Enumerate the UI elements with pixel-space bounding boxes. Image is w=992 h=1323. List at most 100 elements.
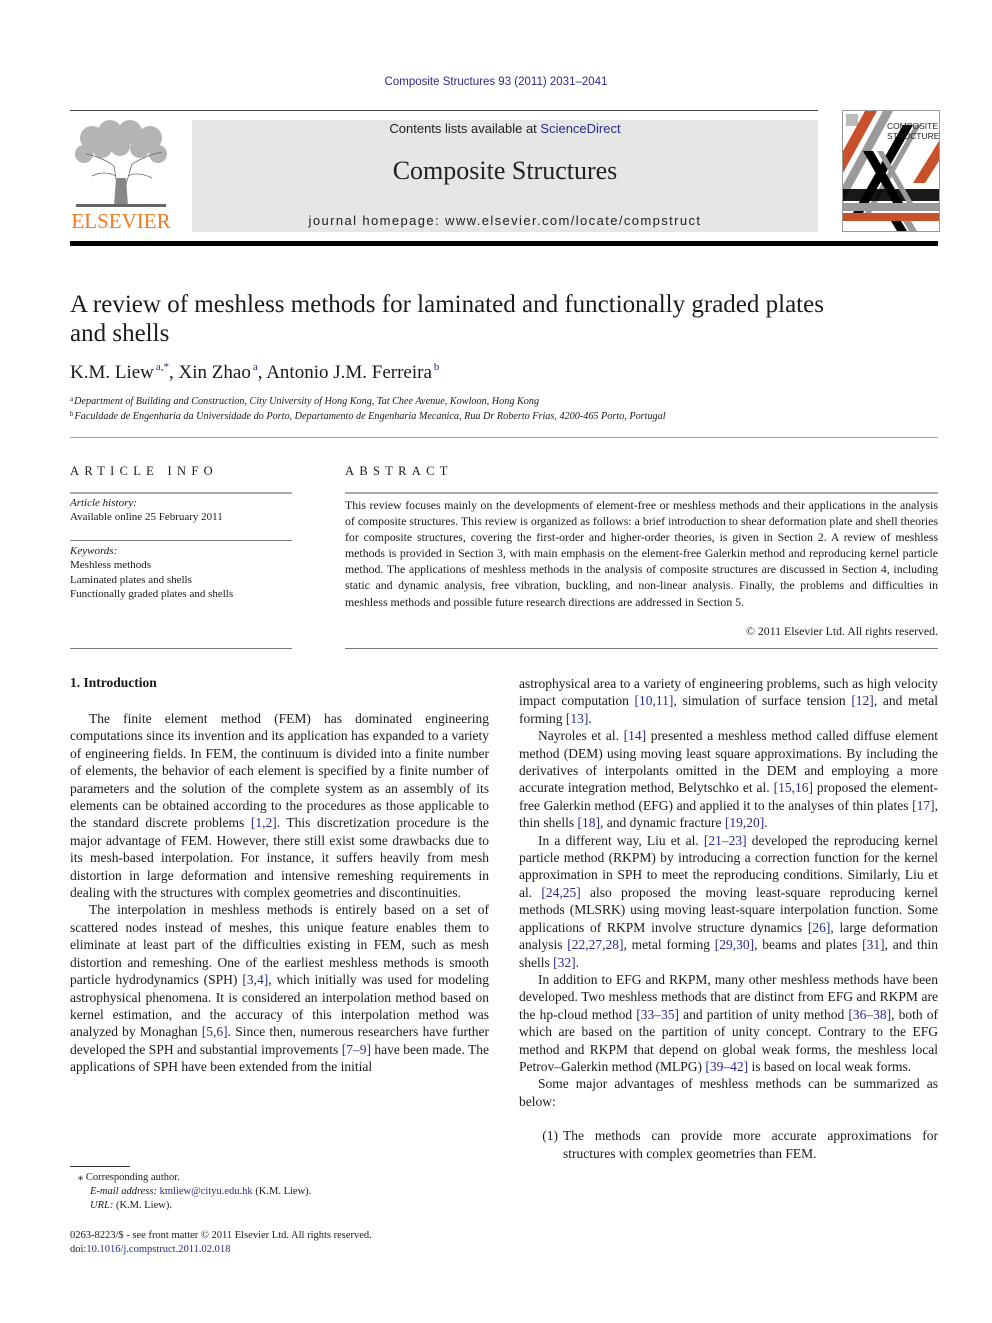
citation-link[interactable]: [22,27,28] — [567, 937, 623, 952]
article-info-bottom-rule — [70, 648, 292, 649]
abstract-bottom-rule — [345, 648, 938, 649]
footnote-rule — [70, 1166, 130, 1167]
abstract-rule — [345, 492, 938, 494]
citation-link[interactable]: [12] — [851, 693, 874, 708]
cover-graphic-icon: COMPOSITE STRUCTURES — [843, 111, 939, 231]
email-link[interactable]: kmliew@cityu.edu.hk — [160, 1186, 253, 1197]
citation-link[interactable]: [17] — [912, 798, 935, 813]
keywords-rule — [70, 540, 292, 541]
article-history: Article history: Available online 25 Feb… — [70, 496, 292, 525]
journal-cover[interactable]: COMPOSITE STRUCTURES — [842, 110, 940, 232]
list-item: (1) The methods can provide more accurat… — [519, 1127, 938, 1162]
author-affil-link[interactable]: b — [434, 361, 440, 373]
journal-name: Composite Structures — [392, 156, 618, 185]
paragraph: Nayroles et al. [14] presented a meshles… — [519, 728, 938, 831]
affiliation: aDepartment of Building and Construction… — [70, 395, 539, 407]
citation-link[interactable]: [39–42] — [705, 1059, 748, 1074]
footnote-email: E-mail address: kmliew@cityu.edu.hk (K.M… — [90, 1186, 311, 1197]
affiliation-marker: b — [70, 410, 74, 418]
keyword: Functionally graded plates and shells — [70, 587, 234, 600]
author-separator: , — [257, 362, 267, 383]
title-line-1: A review of meshless methods for laminat… — [70, 291, 824, 318]
journal-homepage[interactable]: journal homepage: www.elsevier.com/locat… — [192, 213, 818, 228]
article-info-rule — [70, 492, 292, 494]
citation-link[interactable]: [1,2] — [251, 815, 277, 830]
citation-link[interactable]: [10,11] — [635, 693, 674, 708]
email-suffix: (K.M. Liew). — [252, 1186, 312, 1197]
author-name: Antonio J.M. Ferreira — [266, 362, 432, 383]
paragraph: In addition to EFG and RKPM, many other … — [519, 971, 938, 1074]
section-heading: 1. Introduction — [70, 675, 157, 690]
elsevier-logo[interactable]: ELSEVIER — [70, 120, 172, 233]
elsevier-tree-icon: ELSEVIER — [70, 120, 172, 233]
affiliation-marker: a — [70, 395, 74, 403]
citation-link[interactable]: [21–23] — [704, 833, 747, 848]
citation-link[interactable]: [33–35] — [636, 1007, 679, 1022]
citation-link[interactable]: [7–9] — [342, 1042, 371, 1057]
footnote-corresponding: ⁎ Corresponding author. — [78, 1171, 180, 1183]
header-thick-rule — [70, 241, 938, 246]
citation-link[interactable]: [5,6] — [202, 1024, 228, 1039]
history-value: Available online 25 February 2011 — [70, 511, 223, 524]
citation-link[interactable]: [13] — [566, 711, 589, 726]
doi-prefix: doi: — [70, 1244, 87, 1255]
citation-link[interactable]: [24,25] — [541, 885, 580, 900]
list-number: (1) — [542, 1128, 558, 1144]
email-label: E-mail address: — [90, 1186, 157, 1197]
citation-link[interactable]: [36–38] — [848, 1007, 891, 1022]
affiliation-text: Faculdade de Engenharia da Universidade … — [74, 411, 666, 422]
author-name: K.M. Liew — [70, 362, 154, 383]
keywords-label: Keywords: — [70, 545, 118, 557]
footnote-star-icon: ⁎ — [78, 1172, 84, 1183]
citation-link[interactable]: [15,16] — [774, 780, 813, 795]
paragraph: astrophysical area to a variety of engin… — [519, 676, 938, 726]
citation-link[interactable]: [19,20] — [725, 815, 764, 830]
left-column: The finite element method (FEM) has domi… — [70, 710, 489, 1076]
article-title: A review of meshless methods for laminat… — [70, 290, 910, 348]
paragraph: Some major advantages of meshless method… — [519, 1076, 938, 1109]
cover-title-line2: STRUCTURES — [887, 131, 939, 141]
author-list: K.M. Liew a,*, Xin Zhao a, Antonio J.M. Fe… — [70, 361, 439, 384]
paragraph: In a different way, Liu et al. [21–23] d… — [519, 832, 939, 970]
doi-link[interactable]: 10.1016/j.compstruct.2011.02.018 — [86, 1244, 230, 1255]
citation-link[interactable]: [26] — [808, 920, 831, 935]
abstract-copyright: © 2011 Elsevier Ltd. All rights reserved… — [746, 624, 938, 638]
right-column: astrophysical area to a variety of engin… — [519, 675, 938, 1162]
elsevier-wordmark: ELSEVIER — [71, 209, 170, 232]
paragraph: The interpolation in meshless methods is… — [70, 902, 489, 1075]
url-suffix: (K.M. Liew). — [113, 1200, 172, 1211]
affiliation-rule — [70, 437, 938, 438]
contents-prefix: Contents lists available at — [389, 121, 541, 136]
citation-link[interactable]: [32] — [553, 955, 576, 970]
keyword: Meshless methods — [70, 559, 151, 572]
citation-link[interactable]: [3,4] — [242, 972, 268, 987]
citation-link[interactable]: [29,30] — [715, 937, 754, 952]
affiliation-text: Department of Building and Construction,… — [74, 396, 540, 407]
title-line-2: and shells — [70, 320, 170, 347]
author-separator: , — [169, 362, 179, 383]
abstract-heading: ABSTRACT — [345, 464, 453, 478]
issn-line: 0263-8223/$ - see front matter © 2011 El… — [70, 1230, 372, 1241]
doi-line: doi:10.1016/j.compstruct.2011.02.018 — [70, 1244, 230, 1255]
contents-line: Contents lists available at ScienceDirec… — [192, 121, 818, 136]
cover-title-line1: COMPOSITE — [887, 121, 938, 131]
affiliation: bFaculdade de Engenharia da Universidade… — [70, 410, 666, 422]
keyword: Laminated plates and shells — [70, 573, 192, 586]
journal-banner: Contents lists available at ScienceDirec… — [192, 120, 818, 232]
footnote-url: URL: (K.M. Liew). — [90, 1200, 172, 1211]
footnote-text: Corresponding author. — [85, 1172, 180, 1183]
abstract-text: This review focuses mainly on the develo… — [345, 498, 938, 609]
url-label: URL: — [90, 1200, 114, 1211]
header-rule — [70, 110, 818, 111]
running-head[interactable]: Composite Structures 93 (2011) 2031–2041 — [0, 76, 992, 88]
history-label: Article history: — [70, 497, 137, 509]
paragraph: The finite element method (FEM) has domi… — [70, 711, 489, 901]
keywords-block: Keywords: Meshless methods Laminated pla… — [70, 544, 292, 601]
citation-link[interactable]: [18] — [578, 815, 601, 830]
citation-link[interactable]: [31] — [862, 937, 885, 952]
author-affil-link[interactable]: a,* — [156, 361, 169, 373]
article-info-heading: ARTICLE INFO — [70, 464, 218, 478]
citation-link[interactable]: [14] — [624, 728, 647, 743]
author-name: Xin Zhao — [178, 362, 251, 383]
sciencedirect-link[interactable]: ScienceDirect — [540, 121, 620, 136]
